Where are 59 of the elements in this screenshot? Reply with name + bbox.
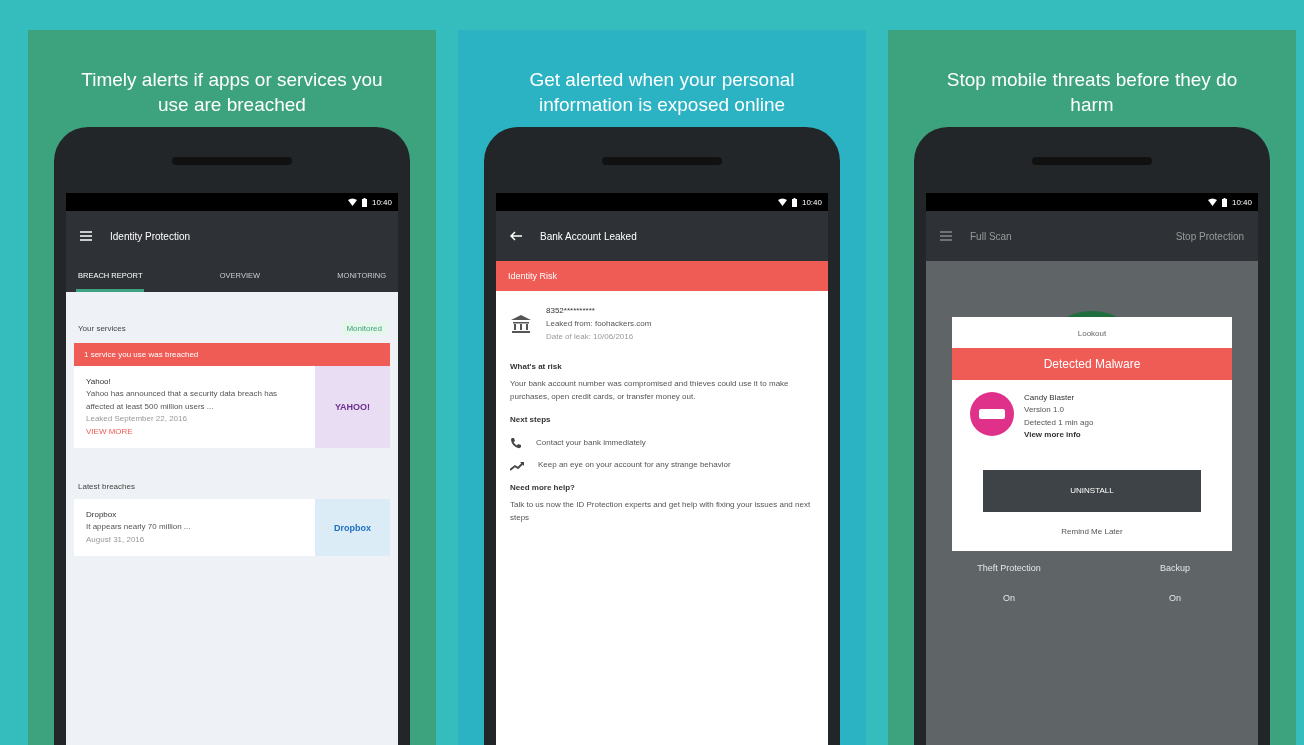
service-logo: Dropbox <box>315 498 390 557</box>
risk-banner: Identity Risk <box>496 261 828 291</box>
leak-date: Date of leak: 10/06/2016 <box>546 330 635 343</box>
alert-banner: 1 service you use was breached <box>74 343 390 366</box>
service-logo: YAHOO! <box>315 366 390 448</box>
leaked-number: 8352********** <box>546 305 596 317</box>
risk-description: Your bank account number was compromised and thieves could use it to make purchases, open credit cards, or transfer money out. <box>510 378 790 403</box>
brand-label: Lookout <box>1077 328 1107 340</box>
wifi-icon <box>777 198 787 206</box>
section-title: Latest breaches <box>78 481 135 491</box>
breach-card[interactable]: Yahoo! Yahoo has announced that a security data breach has affected at least 500 million users ... Leaked September 22, 2016 VIEW MORE YAHOO! <box>74 366 390 448</box>
view-more-link[interactable]: VIEW MORE <box>86 426 133 436</box>
feature-state: On <box>1002 592 1016 603</box>
bank-icon <box>510 314 532 335</box>
more-info-link[interactable]: View more info <box>1024 430 1081 440</box>
wifi-icon <box>347 198 357 206</box>
trend-icon <box>510 460 524 471</box>
app-detail: Detected 1 min ago <box>1024 416 1094 429</box>
app-detail: Version 1.0 <box>1024 404 1066 417</box>
clock-time: 10:40 <box>1231 197 1252 207</box>
clock-time: 10:40 <box>371 197 392 207</box>
help-description: Talk to us now the ID Protection experts and get help with fixing your issues and next steps <box>510 498 812 524</box>
section-title: Your services <box>78 324 126 333</box>
breach-description: It appears nearly 70 million ... <box>86 521 192 534</box>
screen-title: Full Scan <box>970 230 1012 242</box>
battery-icon <box>361 197 367 207</box>
back-arrow-icon[interactable] <box>510 231 522 241</box>
service-name: Yahoo! <box>86 376 112 388</box>
uninstall-button[interactable]: UNINSTALL <box>983 469 1201 512</box>
promo-heading: Get alerted when your personal information is exposed online <box>528 68 796 117</box>
feature-label: Backup <box>1159 562 1191 573</box>
remind-later-button[interactable]: Remind Me Later <box>1055 525 1129 537</box>
section-heading: What's at risk <box>510 361 563 374</box>
step-text: Keep an eye on your account for any strange behavior <box>538 459 731 472</box>
stop-protection-action[interactable]: Stop Protection <box>1175 230 1244 242</box>
section-heading: Need more help? <box>510 482 576 495</box>
promo-heading: Stop mobile threats before they do harm <box>945 68 1239 117</box>
section-heading: Next steps <box>510 413 552 426</box>
feature-state: On <box>1168 592 1182 603</box>
promo-heading: Timely alerts if apps or services you use are breached <box>80 68 384 117</box>
breach-date: August 31, 2016 <box>86 533 146 546</box>
screen-title: Bank Account Leaked <box>540 230 637 242</box>
breach-description: Yahoo has announced that a security data breach has affected at least 500 million users ... <box>86 388 279 413</box>
app-name: Candy Blaster <box>1024 392 1076 404</box>
battery-icon <box>791 197 797 207</box>
breach-date: Leaked September 22, 2016 <box>86 413 188 426</box>
step-text: Contact your bank immediately <box>536 436 646 449</box>
clock-time: 10:40 <box>801 197 822 207</box>
wifi-icon <box>1207 198 1217 206</box>
feature-label: Theft Protection <box>976 562 1042 573</box>
phone-icon <box>510 436 522 449</box>
battery-icon <box>1221 197 1227 207</box>
breach-card[interactable]: Dropbox It appears nearly 70 million ... August 31, 2016 Dropbox <box>74 498 390 557</box>
status-label: Monitored <box>342 322 386 335</box>
candy-app-icon <box>970 392 1014 436</box>
malware-banner: Detected Malware <box>952 348 1232 380</box>
leak-source: Leaked from: foohackers.com <box>546 317 652 330</box>
screen-title: Identity Protection <box>110 230 191 242</box>
service-name: Dropbox <box>86 508 118 521</box>
